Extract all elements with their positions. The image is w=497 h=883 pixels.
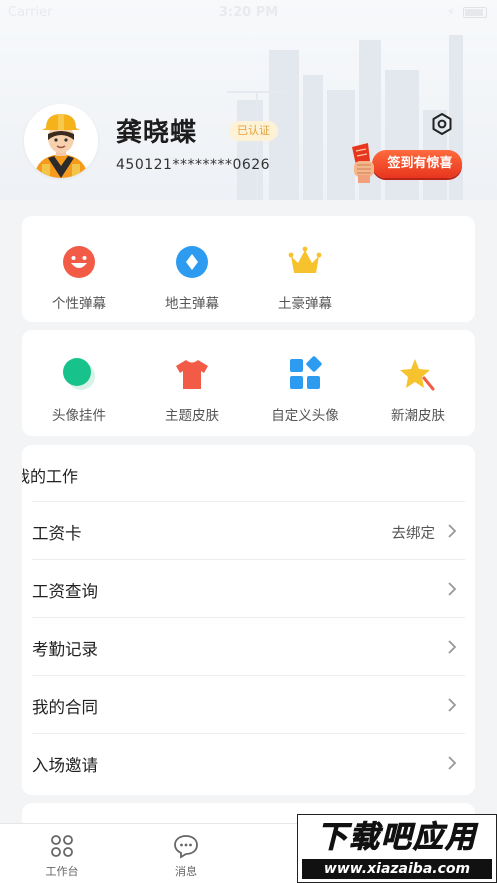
skin-item-label: 自定义头像	[271, 408, 339, 424]
section-title: 我的工作	[22, 467, 79, 486]
danmu-item-landlord[interactable]: 地主弹幕	[135, 244, 249, 312]
status-time: 3:20 PM	[218, 5, 279, 20]
crown-icon	[288, 246, 322, 273]
status-bar: Carrier 3:20 PM ⚡	[0, 0, 497, 26]
danmu-item-label: 地主弹幕	[165, 296, 219, 312]
danmu-card: 个性弹幕 地主弹幕 土豪弹幕	[22, 216, 475, 322]
row-label: 工资查询	[32, 582, 98, 601]
work-card: 我的工作 工资卡 去绑定 工资查询 考勤记录 我的合同 入场邀请	[22, 445, 475, 795]
danmu-item-tycoon[interactable]: 土豪弹幕	[248, 244, 362, 312]
skin-item-theme[interactable]: 主题皮肤	[135, 356, 249, 424]
user-name: 龚晓蝶	[116, 118, 198, 148]
tab-workbench[interactable]: 工作台	[0, 824, 124, 879]
danmu-item-label: 土豪弹幕	[278, 296, 332, 312]
skin-item-label: 主题皮肤	[165, 408, 219, 424]
list-row-attendance[interactable]: 考勤记录	[32, 617, 465, 675]
diamond-icon	[176, 246, 208, 278]
list-row-salary-card[interactable]: 工资卡 去绑定	[32, 501, 465, 559]
tab-messages[interactable]: 消息	[124, 824, 248, 879]
charging-icon: ⚡	[446, 5, 455, 19]
tab-label: 消息	[175, 865, 197, 878]
danmu-item-label: 个性弹幕	[52, 296, 106, 312]
skin-card: 头像挂件 主题皮肤 自定义头像 新潮皮肤	[22, 330, 475, 436]
battery-icon	[463, 7, 487, 18]
chevron-right-icon	[448, 756, 457, 770]
list-row-entry-invite[interactable]: 入场邀请	[32, 733, 465, 791]
watermark-logo: 下载吧应用 www.xiazaiba.com	[297, 814, 497, 883]
chevron-right-icon	[448, 640, 457, 654]
avatar[interactable]	[24, 104, 98, 178]
chevron-right-icon	[448, 524, 457, 538]
list-row-contract[interactable]: 我的合同	[32, 675, 465, 733]
fist-flag-icon	[352, 143, 374, 183]
row-value: 去绑定	[391, 526, 436, 542]
id-number: 450121********0626	[116, 157, 271, 173]
list-row-salary-query[interactable]: 工资查询	[32, 559, 465, 617]
skin-item-pendant[interactable]: 头像挂件	[22, 356, 136, 424]
watermark-title: 下载吧应用	[317, 820, 477, 856]
skin-item-trendy[interactable]: 新潮皮肤	[361, 356, 475, 424]
skin-item-label: 新潮皮肤	[391, 408, 445, 424]
danmu-item-personal[interactable]: 个性弹幕	[22, 244, 136, 312]
tab-label: 工作台	[45, 865, 79, 878]
skin-item-label: 头像挂件	[52, 408, 106, 424]
smiley-icon	[63, 246, 95, 278]
verified-badge: 已认证	[229, 121, 278, 141]
workbench-icon	[51, 835, 73, 857]
tshirt-icon	[176, 360, 208, 389]
pendant-icon	[63, 358, 95, 390]
row-label: 考勤记录	[32, 640, 98, 659]
chevron-right-icon	[448, 698, 457, 712]
message-icon	[174, 835, 198, 859]
star-icon	[400, 359, 435, 391]
settings-icon[interactable]	[430, 112, 454, 136]
signin-button[interactable]: 签到有惊喜	[348, 141, 462, 183]
row-label: 我的合同	[32, 698, 98, 717]
watermark-url: www.xiazaiba.com	[302, 859, 492, 879]
grid-avatar-icon	[290, 356, 322, 389]
skin-item-custom-avatar[interactable]: 自定义头像	[248, 356, 362, 424]
chevron-right-icon	[448, 582, 457, 596]
row-label: 工资卡	[32, 524, 82, 543]
row-label: 入场邀请	[32, 756, 98, 775]
worker-avatar-icon	[24, 104, 98, 178]
